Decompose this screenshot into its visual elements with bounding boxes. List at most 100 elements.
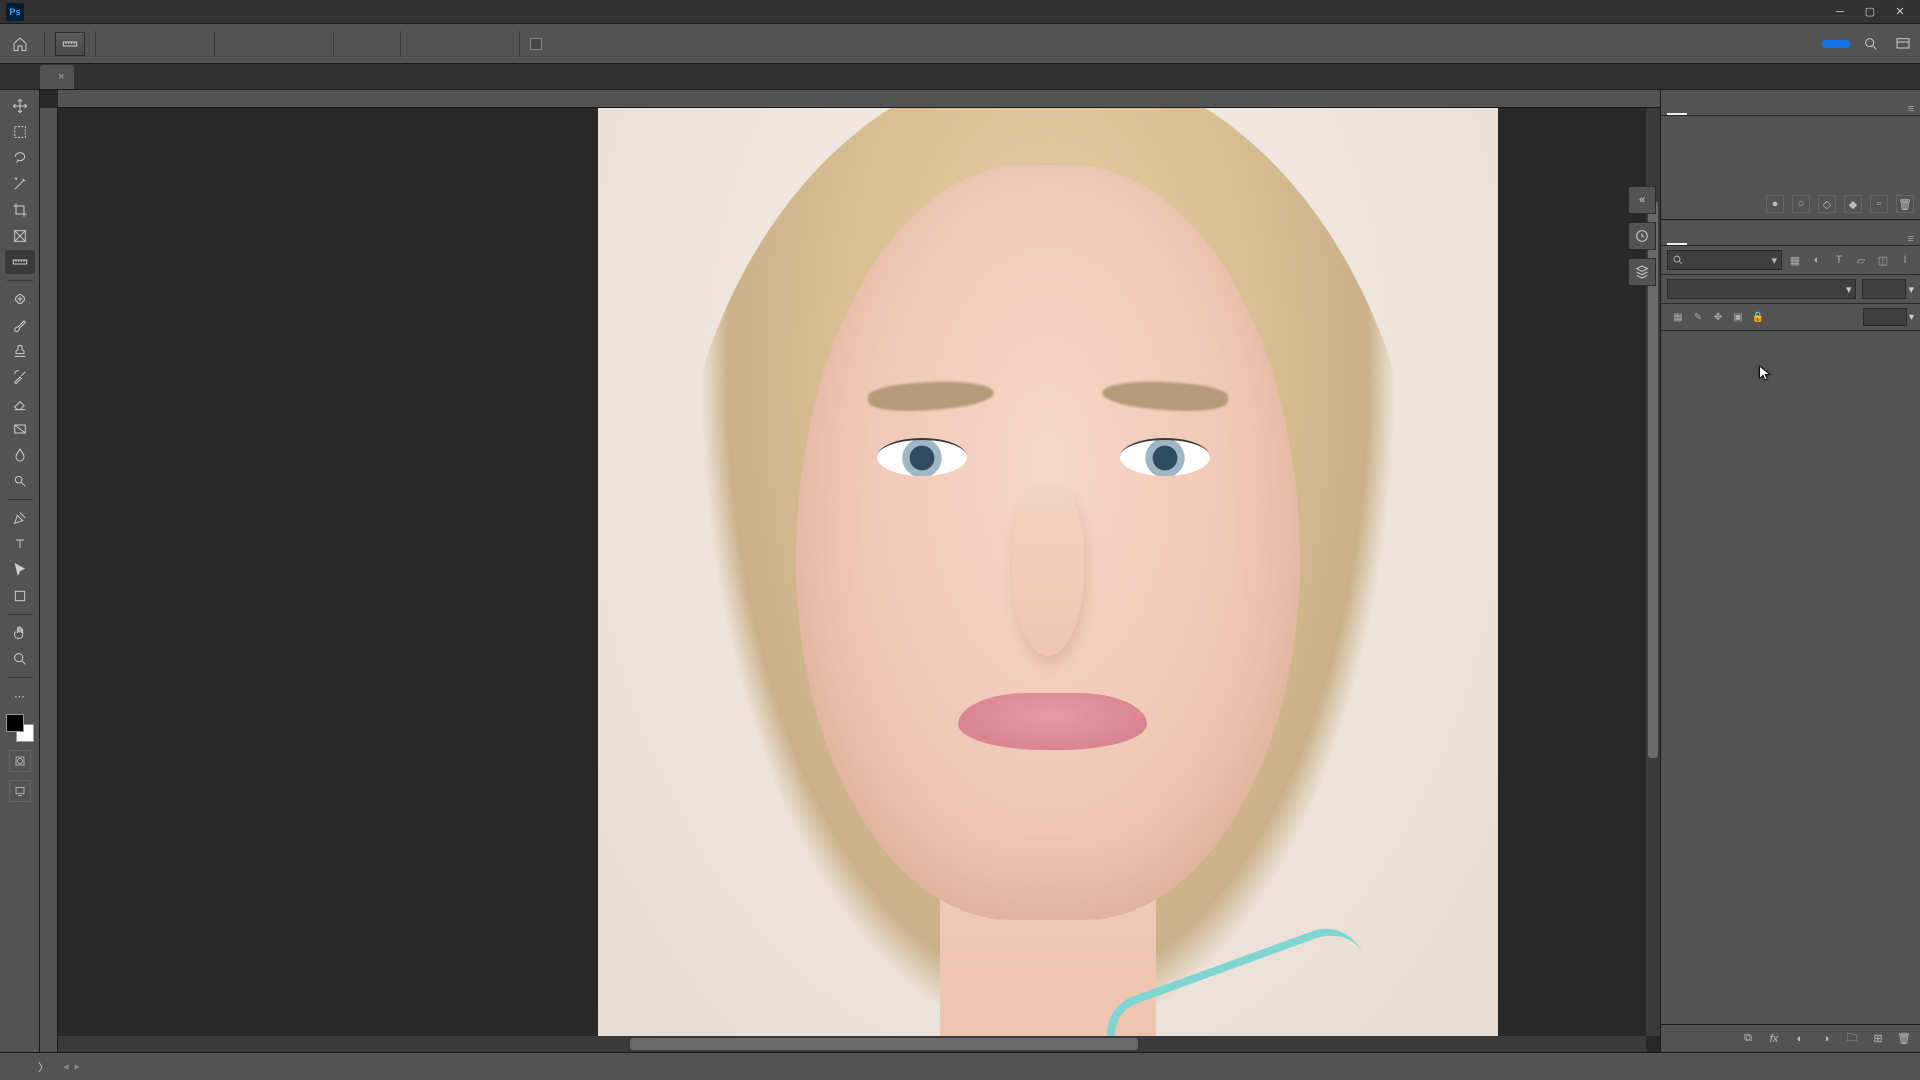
menu-auswahl[interactable] bbox=[114, 0, 130, 24]
canvas-area bbox=[40, 90, 1660, 1052]
lock-position-icon[interactable]: ✥ bbox=[1709, 308, 1727, 326]
layer-mask-icon[interactable]: ◐ bbox=[1792, 1031, 1808, 1047]
ruler-vertical[interactable] bbox=[40, 108, 58, 1052]
menu-hilfe[interactable] bbox=[210, 0, 226, 24]
brush-tool[interactable] bbox=[5, 313, 35, 337]
lasso-tool[interactable] bbox=[5, 146, 35, 170]
edit-toolbar[interactable]: ⋯ bbox=[5, 684, 35, 708]
chevron-down-icon[interactable]: ▾ bbox=[1908, 283, 1914, 296]
filter-type-icon[interactable]: T bbox=[1830, 251, 1848, 269]
pen-tool[interactable] bbox=[5, 506, 35, 530]
layer-style-icon[interactable]: fx bbox=[1766, 1031, 1782, 1047]
blur-tool[interactable] bbox=[5, 443, 35, 467]
foreground-color[interactable] bbox=[6, 714, 24, 732]
tab-kanaele[interactable] bbox=[1689, 237, 1709, 245]
blend-mode-select[interactable]: ▾ bbox=[1667, 279, 1856, 299]
dodge-tool[interactable] bbox=[5, 469, 35, 493]
stamp-tool[interactable] bbox=[5, 339, 35, 363]
libraries-panel-icon[interactable] bbox=[1628, 258, 1656, 286]
path-mask-icon[interactable]: ◆ bbox=[1844, 195, 1862, 213]
tab-pfade[interactable] bbox=[1667, 105, 1687, 115]
filter-adjust-icon[interactable]: ◐ bbox=[1808, 251, 1826, 269]
menu-plugins[interactable] bbox=[178, 0, 194, 24]
document-tab-close[interactable]: × bbox=[58, 71, 64, 83]
menu-filter[interactable] bbox=[130, 0, 146, 24]
ruler-tool-icon bbox=[62, 36, 78, 52]
zoom-tool[interactable] bbox=[5, 647, 35, 671]
marquee-tool[interactable] bbox=[5, 120, 35, 144]
filter-shape-icon[interactable]: ▱ bbox=[1852, 251, 1870, 269]
quick-mask-toggle[interactable] bbox=[9, 750, 31, 772]
eyedropper-tool[interactable] bbox=[5, 250, 35, 274]
window-maximize[interactable]: ▢ bbox=[1856, 2, 1884, 22]
lock-all-icon[interactable]: 🔒 bbox=[1749, 308, 1767, 326]
menu-bild[interactable] bbox=[66, 0, 82, 24]
menu-ebene[interactable] bbox=[82, 0, 98, 24]
wand-tool[interactable] bbox=[5, 172, 35, 196]
scrollbar-horizontal[interactable] bbox=[58, 1036, 1646, 1052]
menu-ansicht[interactable] bbox=[162, 0, 178, 24]
status-chevron-icon[interactable]: 〉 bbox=[38, 1059, 49, 1075]
window-minimize[interactable]: ─ bbox=[1826, 2, 1854, 22]
filter-toggle-icon[interactable]: ⏽ bbox=[1896, 251, 1914, 269]
dock-expand-icon[interactable]: « bbox=[1628, 186, 1656, 214]
menu-bearbeiten[interactable] bbox=[50, 0, 66, 24]
eraser-tool[interactable] bbox=[5, 391, 35, 415]
screen-mode-toggle[interactable] bbox=[9, 780, 31, 802]
path-select-tool[interactable] bbox=[5, 558, 35, 582]
use-measure-scale-checkbox[interactable] bbox=[530, 38, 546, 50]
layers-panel-menu-icon[interactable]: ≡ bbox=[1902, 233, 1920, 245]
document-canvas[interactable] bbox=[598, 108, 1498, 1052]
home-button[interactable] bbox=[6, 30, 34, 58]
shape-tool[interactable] bbox=[5, 584, 35, 608]
adjustment-layer-icon[interactable]: ◑ bbox=[1818, 1031, 1834, 1047]
menu-datei[interactable] bbox=[34, 0, 50, 24]
hand-tool[interactable] bbox=[5, 621, 35, 645]
path-stroke-icon[interactable]: ○ bbox=[1792, 195, 1810, 213]
history-panel-icon[interactable] bbox=[1628, 222, 1656, 250]
move-tool[interactable] bbox=[5, 94, 35, 118]
search-button[interactable] bbox=[1860, 33, 1882, 55]
document-tab[interactable]: × bbox=[40, 65, 74, 89]
delete-layer-icon[interactable]: 🗑 bbox=[1896, 1031, 1912, 1047]
workspace-icon bbox=[1895, 36, 1911, 52]
ruler-horizontal[interactable] bbox=[58, 90, 1660, 108]
new-layer-icon[interactable]: ⊞ bbox=[1870, 1031, 1886, 1047]
share-button[interactable] bbox=[1822, 40, 1850, 48]
menu-fenster[interactable] bbox=[194, 0, 210, 24]
chevron-down-icon[interactable]: ▾ bbox=[1909, 312, 1914, 323]
path-selection-icon[interactable]: ◇ bbox=[1818, 195, 1836, 213]
layer-filter-type[interactable]: ▾ bbox=[1667, 250, 1782, 270]
workspace-button[interactable] bbox=[1892, 33, 1914, 55]
type-tool[interactable] bbox=[5, 532, 35, 556]
new-path-icon[interactable]: ▫ bbox=[1870, 195, 1888, 213]
panel-menu-icon[interactable]: ≡ bbox=[1902, 103, 1920, 115]
group-layers-icon[interactable]: 🗀 bbox=[1844, 1031, 1860, 1047]
opacity-input[interactable] bbox=[1862, 279, 1906, 299]
frame-tool[interactable] bbox=[5, 224, 35, 248]
color-swatches[interactable] bbox=[6, 714, 34, 742]
window-close[interactable]: ✕ bbox=[1886, 2, 1914, 22]
crop-tool[interactable] bbox=[5, 198, 35, 222]
gradient-tool[interactable] bbox=[5, 417, 35, 441]
lock-artboard-icon[interactable]: ▣ bbox=[1729, 308, 1747, 326]
nav-prev-icon[interactable]: ◂ bbox=[63, 1060, 69, 1073]
menu-schrift[interactable] bbox=[98, 0, 114, 24]
delete-path-icon[interactable]: 🗑 bbox=[1896, 195, 1914, 213]
fill-input[interactable] bbox=[1863, 308, 1907, 326]
tool-preset-picker[interactable] bbox=[55, 32, 85, 56]
lock-paint-icon[interactable]: ✎ bbox=[1689, 308, 1707, 326]
link-layers-icon[interactable]: ⧉ bbox=[1740, 1031, 1756, 1047]
menu-3d[interactable] bbox=[146, 0, 162, 24]
tab-farbe[interactable] bbox=[1689, 107, 1709, 115]
healing-tool[interactable] bbox=[5, 287, 35, 311]
lock-transparent-icon[interactable]: ▦ bbox=[1669, 308, 1687, 326]
eraser-icon bbox=[12, 395, 28, 411]
filter-pixel-icon[interactable]: ▦ bbox=[1786, 251, 1804, 269]
viewport[interactable] bbox=[58, 108, 1660, 1052]
filter-smart-icon[interactable]: ◫ bbox=[1874, 251, 1892, 269]
nav-next-icon[interactable]: ▸ bbox=[75, 1060, 81, 1073]
tab-ebenen[interactable] bbox=[1667, 235, 1687, 245]
path-fill-icon[interactable]: ● bbox=[1766, 195, 1784, 213]
history-brush-tool[interactable] bbox=[5, 365, 35, 389]
